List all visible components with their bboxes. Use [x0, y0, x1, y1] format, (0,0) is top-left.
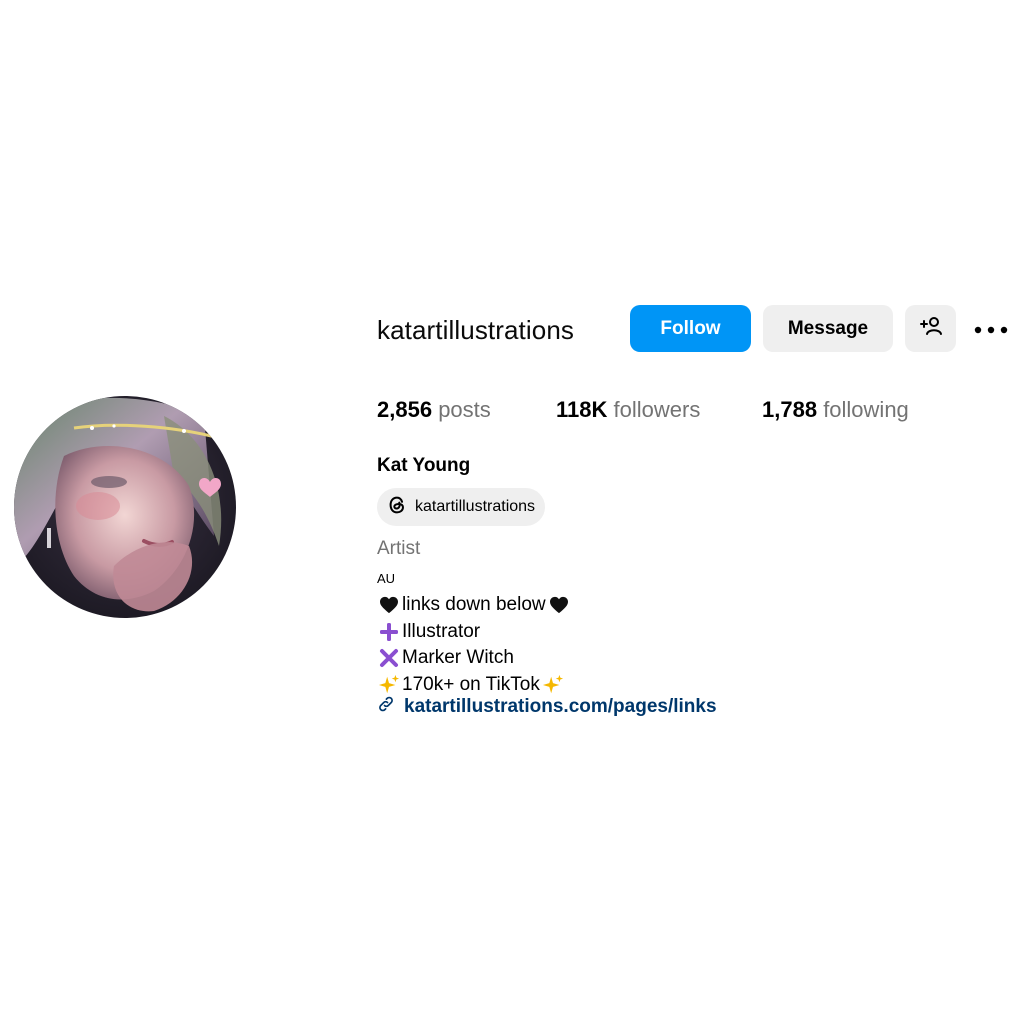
black-heart-icon	[547, 593, 571, 617]
bio-line: Marker Witch	[377, 645, 571, 672]
followers-stat[interactable]: 118K followers	[556, 397, 700, 423]
black-heart-icon	[377, 593, 401, 617]
add-person-icon	[919, 314, 943, 344]
username: katartillustrations	[377, 315, 574, 345]
profile-category: Artist	[377, 538, 421, 559]
sparkles-icon	[377, 673, 401, 697]
bio-text: links down below	[402, 594, 546, 615]
posts-count: 2,856	[377, 397, 433, 422]
following-label: following	[823, 397, 909, 422]
more-options-icon	[974, 322, 1008, 337]
bio-text: Illustrator	[402, 620, 481, 642]
threads-icon	[386, 494, 408, 521]
profile-avatar[interactable]	[14, 396, 236, 618]
following-stat[interactable]: 1,788 following	[762, 397, 909, 423]
more-options-button[interactable]	[971, 314, 1011, 344]
threads-handle: katartillustrations	[415, 498, 536, 515]
following-count: 1,788	[762, 397, 818, 422]
suggested-accounts-button[interactable]	[905, 305, 956, 352]
full-name: Kat Young	[377, 455, 471, 476]
followers-label: followers	[613, 397, 701, 422]
followers-count: 118K	[556, 397, 608, 422]
threads-badge[interactable]: katartillustrations	[377, 488, 546, 526]
posts-label: posts	[438, 397, 491, 422]
purple-cross-icon	[377, 646, 401, 670]
bio-location: AU	[377, 571, 396, 586]
bio: AU links down below Illustrator Marker W…	[377, 570, 571, 698]
link-icon	[377, 695, 395, 719]
profile-info: katartillustrations Follow Message 2,856…	[377, 300, 1017, 717]
bio-line: links down below	[377, 592, 571, 619]
sparkles-icon	[541, 673, 565, 697]
bio-link[interactable]: katartillustrations.com/pages/links	[377, 695, 717, 719]
bio-text: Marker Witch	[402, 647, 514, 668]
message-button[interactable]: Message	[763, 305, 893, 352]
avatar-illustration	[14, 396, 236, 618]
purple-plus-icon	[377, 620, 401, 644]
bio-line: Illustrator	[377, 619, 571, 646]
posts-stat: 2,856 posts	[377, 397, 491, 423]
bio-link-text[interactable]: katartillustrations.com/pages/links	[404, 696, 717, 718]
follow-button[interactable]: Follow	[630, 305, 751, 352]
profile-header: katartillustrations Follow Message	[377, 300, 1017, 358]
